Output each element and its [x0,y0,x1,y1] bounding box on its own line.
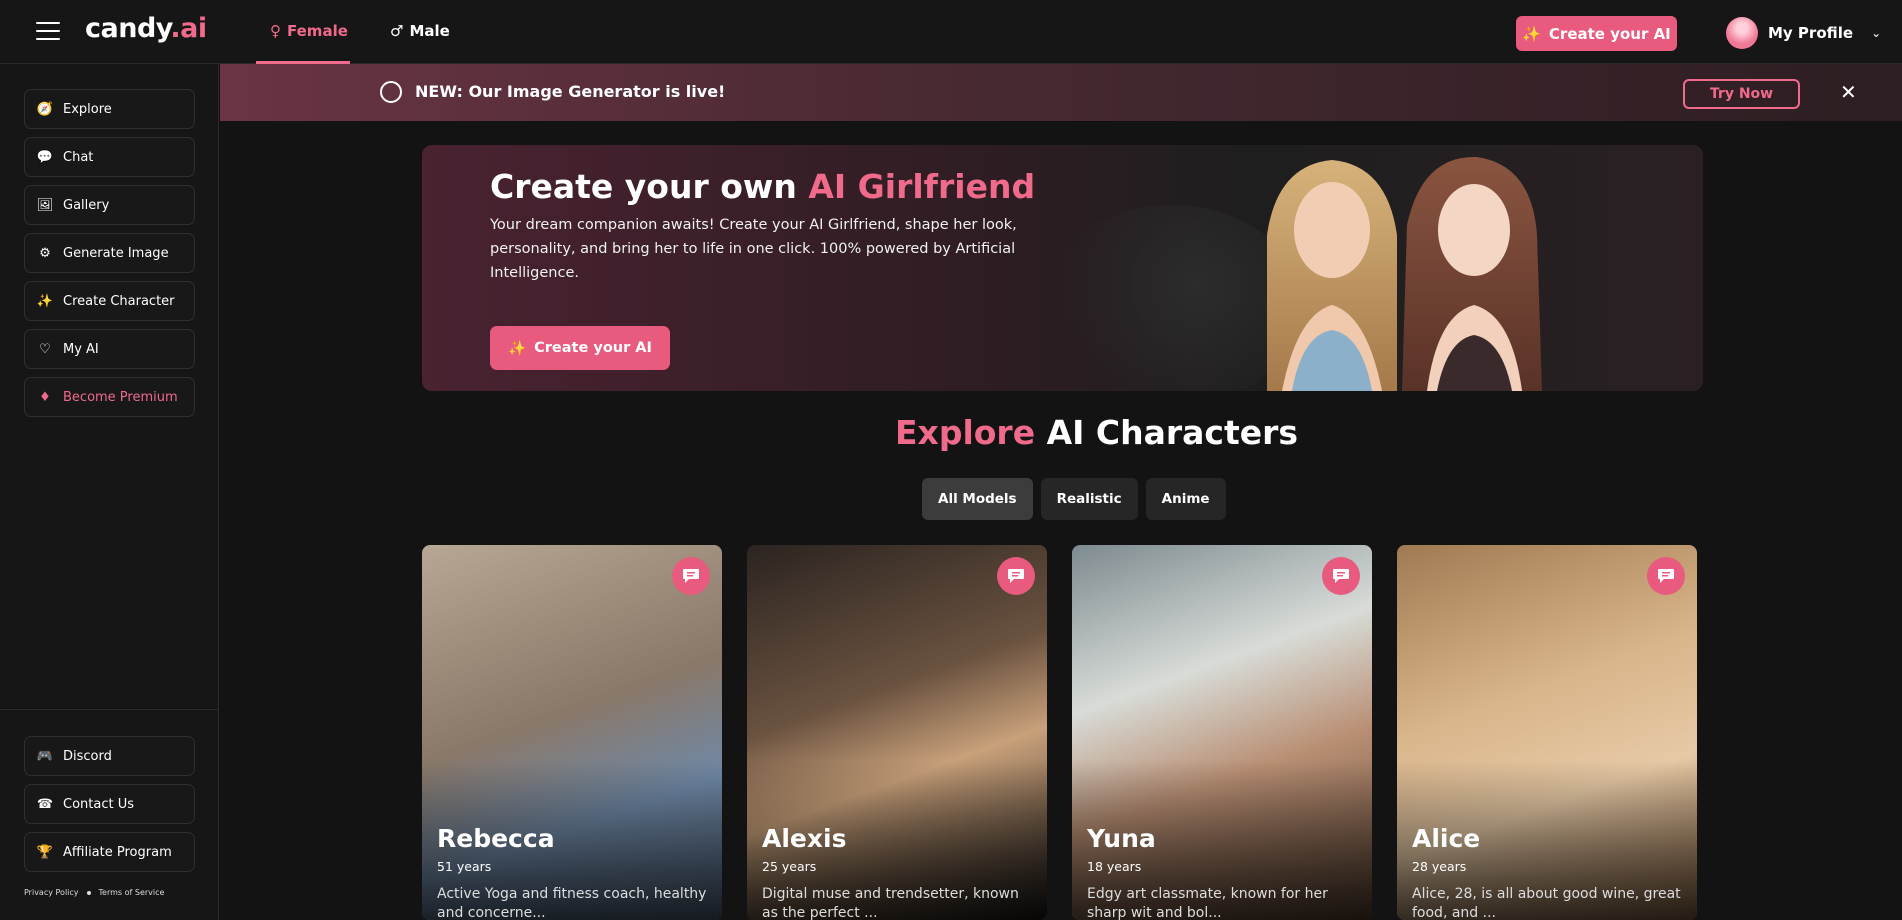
section-title: Explore AI Characters [895,413,1299,452]
character-card-alexis[interactable]: Alexis 25 years Digital muse and trendse… [747,545,1047,920]
filter-tabs: All Models Realistic Anime [922,478,1226,520]
character-card-yuna[interactable]: Yuna 18 years Edgy art classmate, known … [1072,545,1372,920]
sidebar-item-chat[interactable]: 💬 Chat [24,137,195,177]
tab-female[interactable]: ♀ Female [270,22,348,40]
announcement-banner: NEW: Our Image Generator is live! Try No… [220,64,1902,121]
sidebar-item-create-character[interactable]: ✨ Create Character [24,281,195,321]
hero-create-ai-button[interactable]: ✨ Create your AI [490,326,670,370]
chat-icon[interactable] [1322,557,1360,595]
compass-icon: 🧭 [36,101,54,117]
sidebar-item-discord[interactable]: 🎮 Discord [24,736,195,776]
heart-hands-icon: ♡ [39,341,51,357]
character-age: 28 years [1412,859,1467,874]
trophy-icon: 🏆 [36,844,54,860]
character-age: 25 years [762,859,817,874]
logo[interactable]: candy.ai [85,13,207,44]
sidebar-item-become-premium[interactable]: ♦ Become Premium [24,377,195,417]
contact-icon: ☎ [36,796,54,812]
gallery-icon: 🖼 [36,197,54,213]
sidebar-item-generate-image[interactable]: ⚙ Generate Image [24,233,195,273]
filter-all-models[interactable]: All Models [922,478,1033,520]
hero-characters-image [1267,156,1542,391]
character-card-alice[interactable]: Alice 28 years Alice, 28, is all about g… [1397,545,1697,920]
menu-icon[interactable] [36,22,60,42]
sidebar-item-explore[interactable]: 🧭 Explore [24,89,195,129]
character-name: Rebecca [437,824,555,853]
chat-icon: 💬 [36,149,54,165]
top-bar: candy.ai ♀ Female ♂ Male ✨ Create your A… [0,0,1902,64]
sidebar-item-contact-us[interactable]: ☎ Contact Us [24,784,195,824]
banner-message: Our Image Generator is live! [468,82,726,101]
hero-title: Create your own AI Girlfriend [490,167,1036,206]
chevron-down-icon: ⌄ [1871,26,1882,40]
character-description: Digital muse and trendsetter, known as t… [762,886,1019,920]
chat-icon[interactable] [672,557,710,595]
character-description: Active Yoga and fitness coach, healthy a… [437,886,707,920]
tab-male[interactable]: ♂ Male [390,22,450,40]
sidebar-item-gallery[interactable]: 🖼 Gallery [24,185,195,225]
hero-description: Your dream companion awaits! Create your… [490,217,1017,281]
magic-wand-icon: ✨ [508,340,527,357]
magic-wand-icon: ✨ [1522,24,1541,43]
create-ai-button[interactable]: ✨ Create your AI [1516,16,1677,51]
magic-wand-icon: ✨ [36,293,54,309]
character-description: Edgy art classmate, known for her sharp … [1087,886,1328,920]
legal-links: Privacy Policy Terms of Service [24,888,164,897]
try-now-button[interactable]: Try Now [1683,79,1800,109]
character-age: 18 years [1087,859,1142,874]
privacy-policy-link[interactable]: Privacy Policy [24,888,79,897]
chat-icon[interactable] [1647,557,1685,595]
separator-dot [86,890,91,895]
character-name: Alice [1412,824,1481,853]
diamond-icon: ♦ [39,389,51,405]
female-icon: ♀ [270,22,281,40]
terms-of-service-link[interactable]: Terms of Service [99,888,165,897]
generator-icon [380,81,402,103]
character-name: Yuna [1087,824,1156,853]
character-card-rebecca[interactable]: Rebecca 51 years Active Yoga and fitness… [422,545,722,920]
discord-icon: 🎮 [36,748,54,764]
sidebar-divider [0,709,219,710]
male-icon: ♂ [390,22,404,40]
profile-menu[interactable]: My Profile ⌄ [1726,17,1881,49]
sidebar: 🧭 Explore 💬 Chat 🖼 Gallery ⚙ Generate Im… [0,64,219,920]
sidebar-item-affiliate-program[interactable]: 🏆 Affiliate Program [24,832,195,872]
filter-realistic[interactable]: Realistic [1040,478,1138,520]
avatar [1726,17,1758,49]
generate-image-icon: ⚙ [39,245,51,261]
sidebar-item-my-ai[interactable]: ♡ My AI [24,329,195,369]
character-age: 51 years [437,859,492,874]
banner-prefix: NEW: [415,82,463,101]
character-description: Alice, 28, is all about good wine, great… [1412,886,1681,920]
chat-icon[interactable] [997,557,1035,595]
character-name: Alexis [762,824,847,853]
filter-anime[interactable]: Anime [1145,478,1226,520]
hero-card: Create your own AI Girlfriend Your dream… [422,145,1703,391]
close-icon[interactable]: ✕ [1840,80,1857,104]
